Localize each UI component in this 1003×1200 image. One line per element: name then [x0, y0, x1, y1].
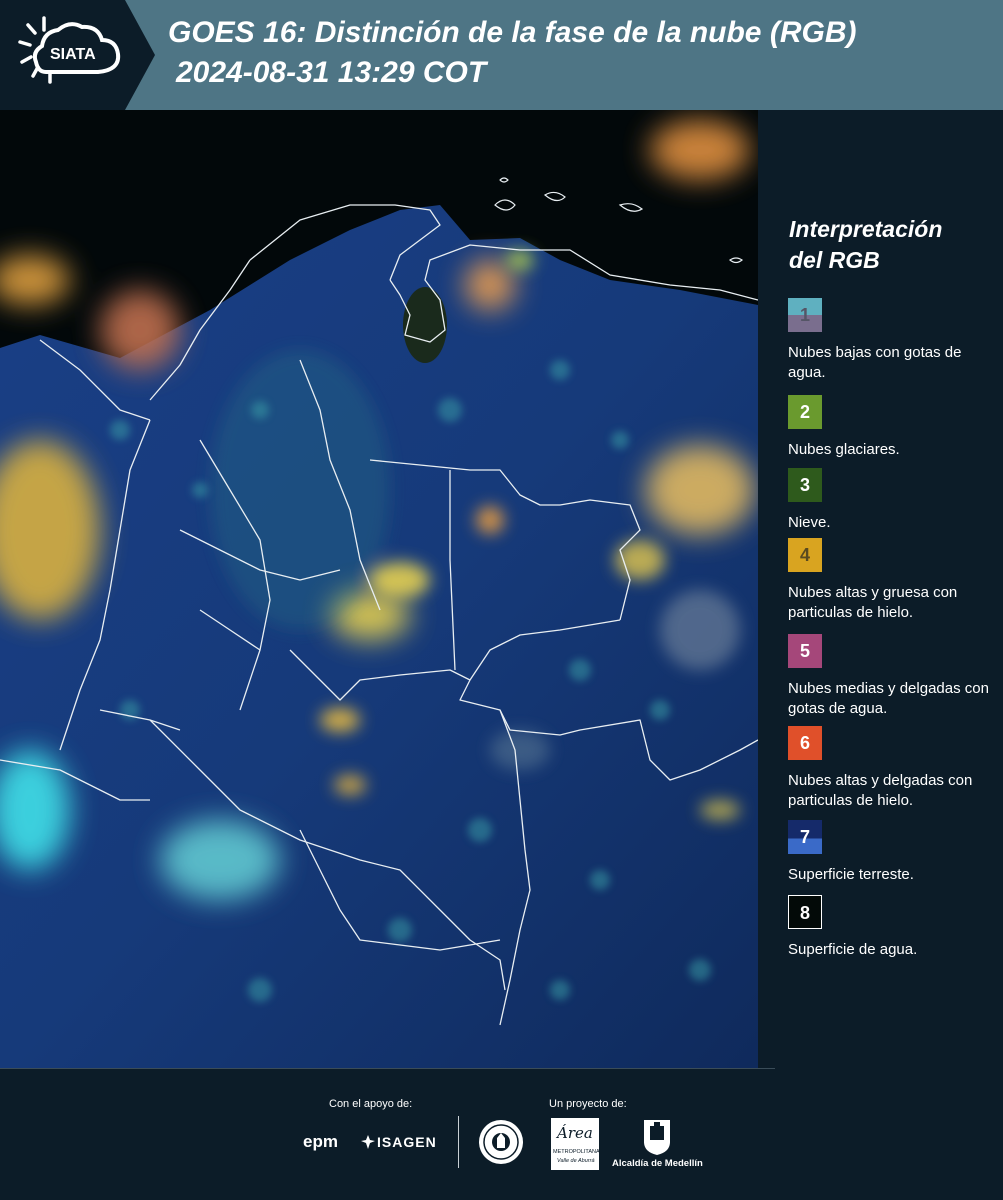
legend-label-7: Superficie terreste. [788, 866, 914, 883]
legend-swatch-1: 1 [788, 298, 822, 332]
isagen-label: ISAGEN [377, 1134, 437, 1150]
area-logo-sub2: Valle de Aburrá [557, 1158, 595, 1164]
project-label: Un proyecto de: [549, 1098, 627, 1110]
legend-title-line-2: del RGB [789, 247, 880, 273]
legend-swatch-7: 7 [788, 820, 822, 854]
area-logo-sub1: METROPOLITANA [553, 1149, 600, 1155]
support-label: Con el apoyo de: [329, 1098, 413, 1110]
footer-vertical-divider [458, 1116, 459, 1168]
medellin-label: Alcaldía de Medellín [612, 1158, 703, 1169]
legend-swatch-2: 2 [788, 395, 822, 429]
footer: Con el apoyo de: Un proyecto de: epm ISA… [0, 1068, 1003, 1200]
legend-title-line-1: Interpretación [789, 216, 943, 242]
legend-label-4: Nubes altas y gruesa con particulas de h… [788, 584, 958, 621]
legend-label-3: Nieve. [788, 514, 831, 531]
siata-logo-text: SIATA [50, 46, 96, 63]
legend-swatch-4: 4 [788, 538, 822, 572]
footer-divider-line [0, 1068, 775, 1069]
legend-swatch-8: 8 [788, 895, 822, 929]
legend-swatch-6: 6 [788, 726, 822, 760]
legend-swatch-5: 5 [788, 634, 822, 668]
page-timestamp: 2024-08-31 13:29 COT [176, 56, 487, 89]
legend-label-6: Nubes altas y delgadas con particulas de… [788, 772, 973, 809]
isagen-mark-icon [361, 1135, 375, 1149]
university-seal-logo[interactable] [477, 1118, 525, 1166]
legend-title: Interpretación del RGB [789, 214, 942, 276]
legend-label-8: Superficie de agua. [788, 941, 918, 958]
siata-logo[interactable]: SIATA [0, 0, 155, 110]
medellin-shield-icon [644, 1120, 670, 1155]
legend-label-2: Nubes glaciares. [788, 441, 900, 458]
area-metropolitana-logo[interactable]: Área METROPOLITANA Valle de Aburrá [551, 1118, 600, 1170]
legend-swatch-3: 3 [788, 468, 822, 502]
epm-logo[interactable]: epm [303, 1132, 338, 1152]
page-title: GOES 16: Distinción de la fase de la nub… [168, 16, 857, 49]
rgb-legend-panel: Interpretación del RGB 1 Nubes bajas con… [760, 110, 1003, 1068]
alcaldia-medellin-logo[interactable]: Alcaldía de Medellín [612, 1118, 703, 1170]
area-logo-script: Área [557, 1124, 593, 1142]
legend-label-1: Nubes bajas con gotas de agua. [788, 344, 962, 381]
legend-label-5: Nubes medias y delgadas con gotas de agu… [788, 680, 989, 717]
satellite-image-map [0, 110, 758, 1068]
header-bar: SIATA GOES 16: Distinción de la fase de … [0, 0, 1003, 110]
